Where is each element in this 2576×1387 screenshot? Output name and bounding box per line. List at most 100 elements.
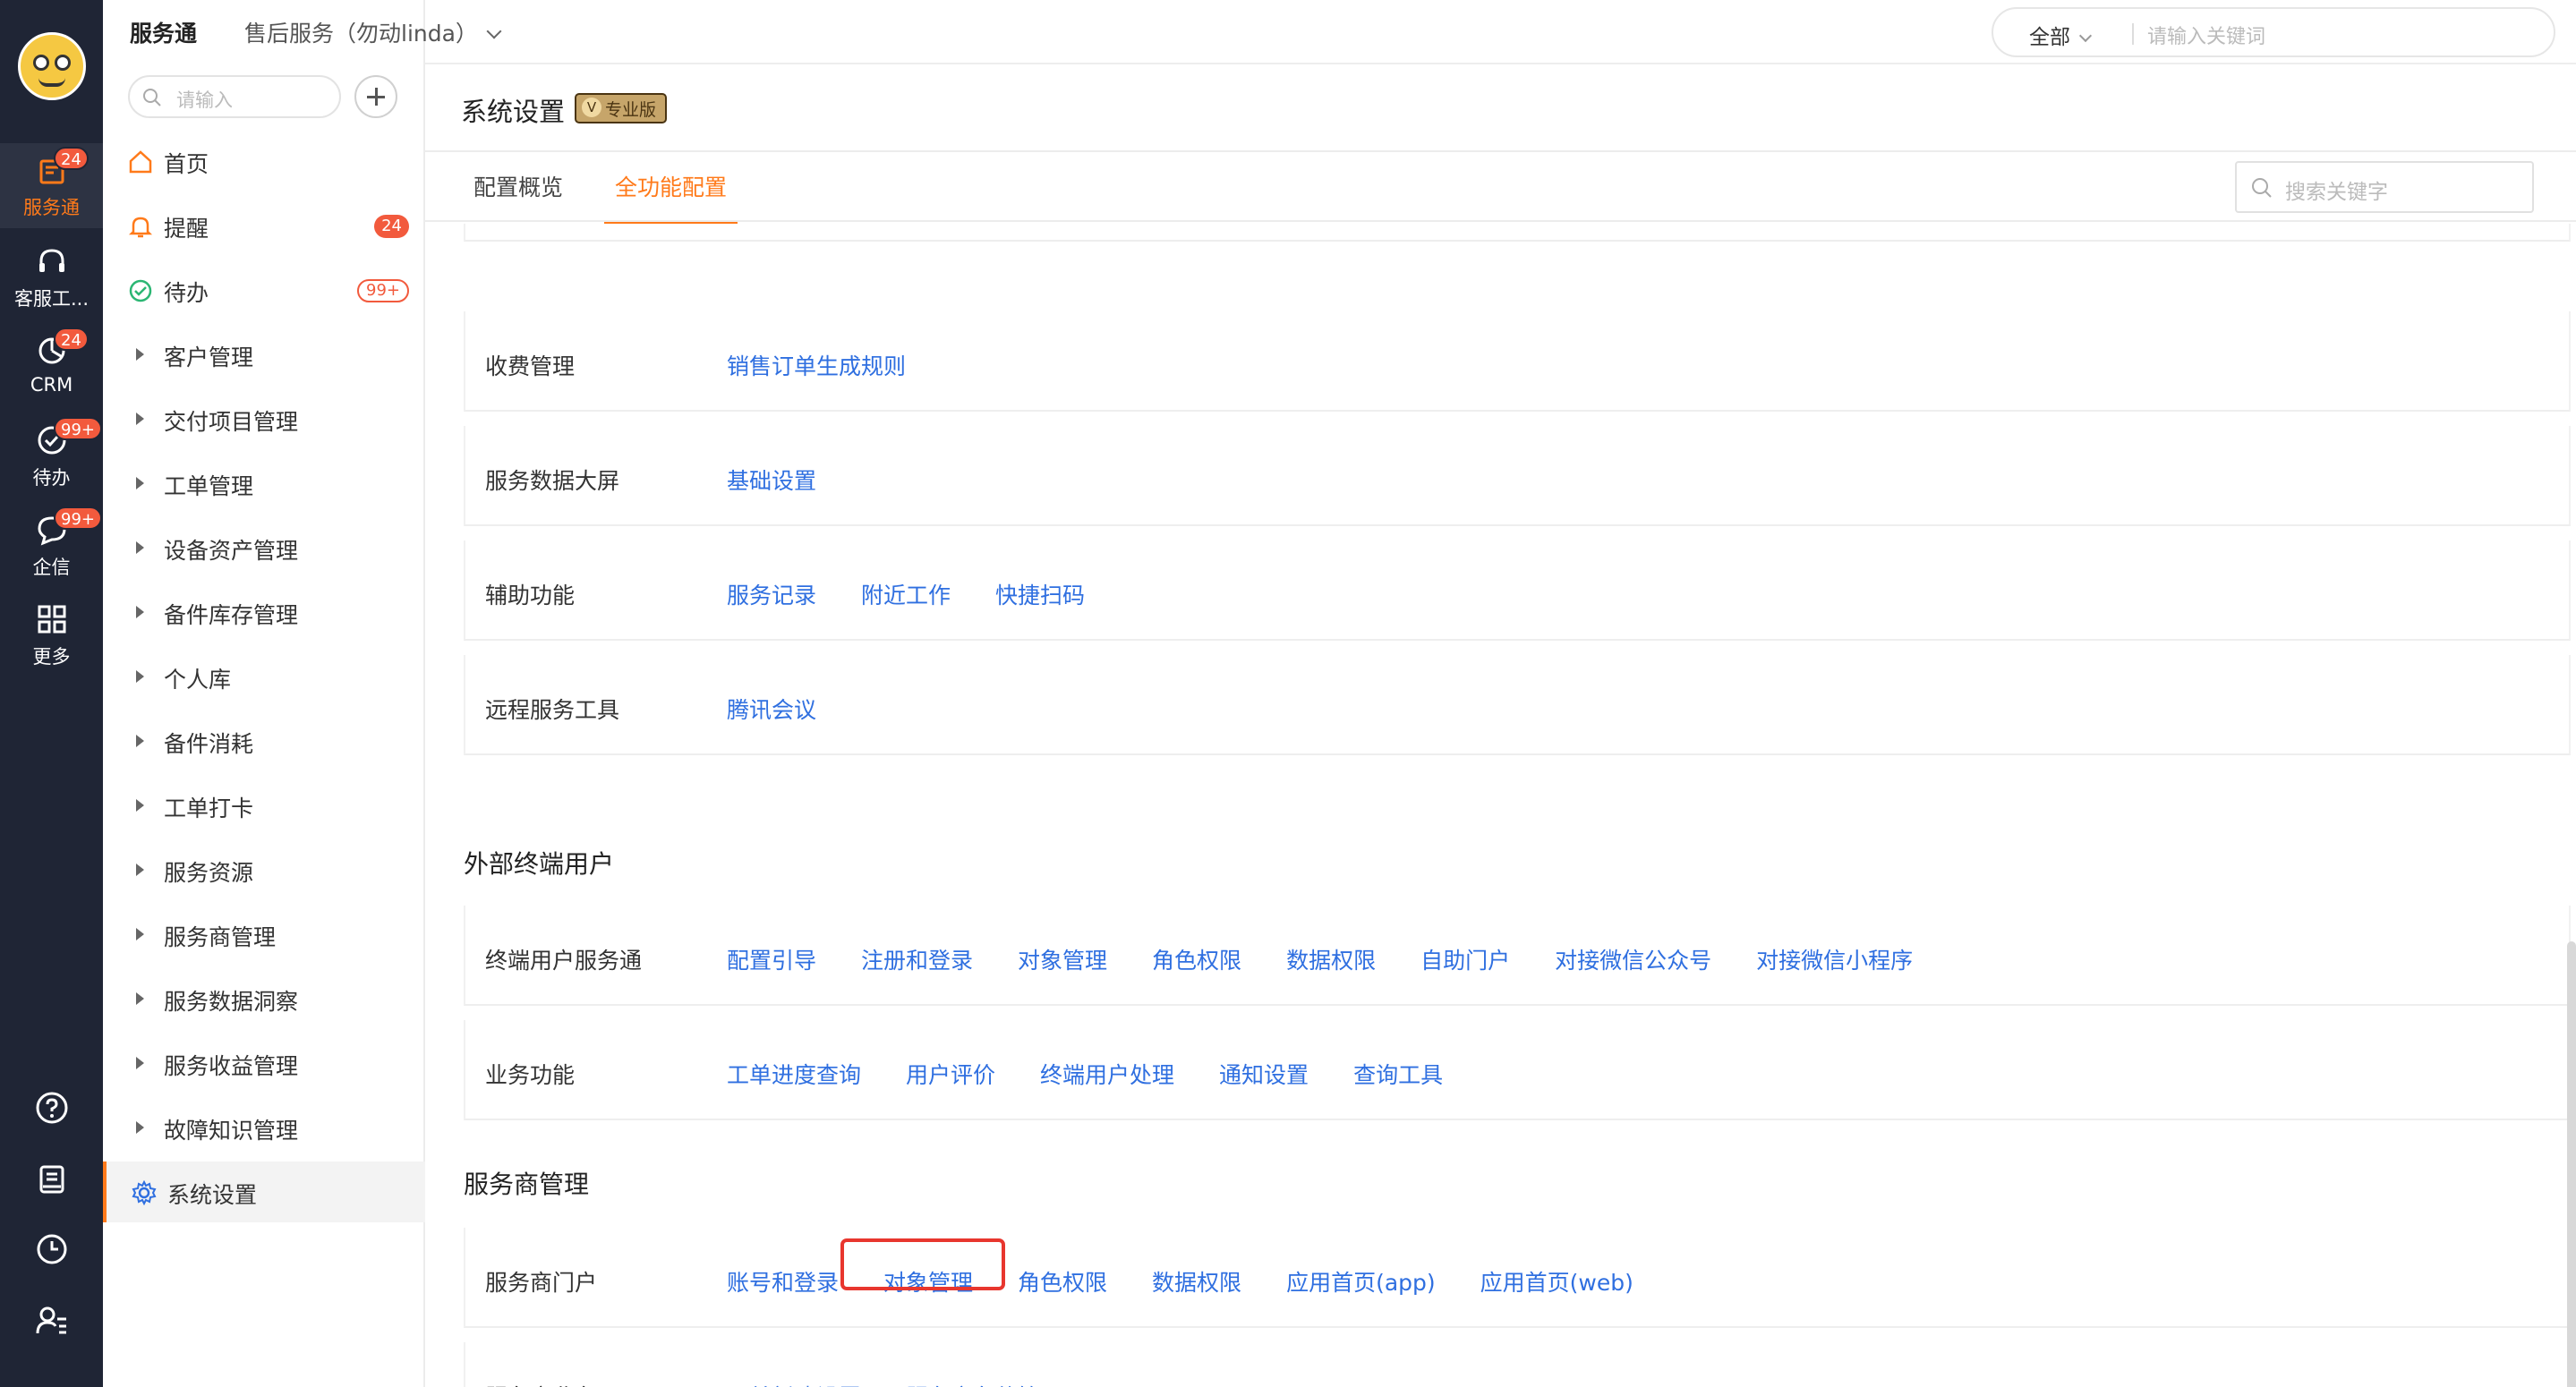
rail-item-5[interactable]: 更多 xyxy=(0,592,103,677)
settings-link[interactable]: 角色权限 xyxy=(1018,1265,1107,1298)
chevron-down-icon xyxy=(2078,29,2093,43)
settings-link[interactable]: 用户评价 xyxy=(906,1058,995,1090)
sidebar-item-5[interactable]: 工单管理 xyxy=(103,453,425,514)
global-search[interactable]: 全部 请输入关键词 xyxy=(1992,7,2555,57)
clock-icon[interactable] xyxy=(34,1231,70,1267)
settings-link[interactable]: 工单新建设置 xyxy=(727,1380,861,1387)
settings-link[interactable]: 终端用户处理 xyxy=(1040,1058,1174,1090)
settings-link[interactable]: 附近工作 xyxy=(861,578,951,610)
sidebar-item-14[interactable]: 服务收益管理 xyxy=(103,1033,425,1093)
keyword-search-input[interactable]: 搜索关键字 xyxy=(2235,161,2534,213)
sidebar-item-label: 个人库 xyxy=(164,667,232,693)
sidebar-item-label: 首页 xyxy=(164,151,209,177)
sidebar-item-12[interactable]: 服务商管理 xyxy=(103,904,425,965)
user-avatar[interactable] xyxy=(18,32,86,100)
top-header: 售后服务（勿动linda） 全部 请输入关键词 xyxy=(244,0,2576,64)
settings-link[interactable]: 账号和登录 xyxy=(727,1265,839,1298)
workspace-selector[interactable]: 售后服务（勿动linda） xyxy=(244,16,502,48)
settings-row: 服务数据大屏 基础设置 xyxy=(464,426,2571,526)
sidebar-item-label: 待办 xyxy=(164,280,209,306)
sidebar-item-0[interactable]: 首页 xyxy=(103,131,425,191)
search-scope-dropdown[interactable]: 全部 xyxy=(2029,20,2093,50)
sidebar-item-3[interactable]: 客户管理 xyxy=(103,324,425,385)
sidebar-badge: 99+ xyxy=(357,279,409,302)
headset-icon xyxy=(39,249,64,272)
section-title: 外部终端用户 xyxy=(464,849,615,879)
settings-row-label: 业务功能 xyxy=(485,1062,576,1088)
sidebar-item-16[interactable]: 系统设置 xyxy=(103,1162,425,1222)
settings-link[interactable]: 通知设置 xyxy=(1219,1058,1309,1090)
rail-badge: 99+ xyxy=(54,417,102,440)
notes-icon[interactable] xyxy=(34,1162,70,1197)
rail-label: 客服工... xyxy=(13,288,90,310)
settings-link[interactable]: 应用首页(web) xyxy=(1480,1265,1633,1298)
settings-link[interactable]: 服务商备件管理 xyxy=(906,1380,1062,1387)
page-title: 系统设置 xyxy=(461,97,566,127)
sidebar-item-6[interactable]: 设备资产管理 xyxy=(103,517,425,578)
sidebar-item-11[interactable]: 服务资源 xyxy=(103,839,425,900)
caret-right-icon xyxy=(136,606,144,618)
settings-link[interactable]: 数据权限 xyxy=(1152,1265,1241,1298)
help-icon[interactable] xyxy=(34,1090,70,1126)
settings-link[interactable]: 工单进度查询 xyxy=(727,1058,861,1090)
rail-item-1[interactable]: 客服工... xyxy=(0,234,103,319)
sidebar-item-15[interactable]: 故障知识管理 xyxy=(103,1097,425,1158)
sidebar-item-label: 服务商管理 xyxy=(164,924,277,950)
rail-badge: 24 xyxy=(54,328,89,351)
rail-item-0[interactable]: 服务通 24 xyxy=(0,143,103,228)
sidebar-search-input[interactable]: 请输入 xyxy=(128,75,341,118)
scrollbar[interactable] xyxy=(2567,941,2576,1387)
settings-row-label: 服务商业务 xyxy=(485,1380,597,1387)
sidebar-item-10[interactable]: 工单打卡 xyxy=(103,775,425,836)
rail-item-3[interactable]: 待办 99+ xyxy=(0,413,103,498)
rail-label: 待办 xyxy=(32,467,71,489)
settings-link[interactable]: 自助门户 xyxy=(1420,943,1510,975)
caret-right-icon xyxy=(136,735,144,747)
sidebar-item-9[interactable]: 备件消耗 xyxy=(103,711,425,771)
home-icon xyxy=(129,150,152,174)
settings-link[interactable]: 对接微信小程序 xyxy=(1756,943,1913,975)
rail-badge: 24 xyxy=(54,147,89,170)
tab-full-config[interactable]: 全功能配置 xyxy=(603,152,738,225)
settings-link[interactable]: 基础设置 xyxy=(727,464,816,496)
rail-label: 企信 xyxy=(32,557,71,578)
settings-link[interactable]: 查询工具 xyxy=(1353,1058,1443,1090)
tab-overview[interactable]: 配置概览 xyxy=(473,152,563,224)
user-settings-icon[interactable] xyxy=(34,1303,70,1339)
keyword-search-placeholder: 搜索关键字 xyxy=(2285,181,2388,204)
settings-link[interactable]: 服务记录 xyxy=(727,578,816,610)
settings-link[interactable]: 数据权限 xyxy=(1286,943,1376,975)
settings-link[interactable]: 对象管理 xyxy=(840,1238,1006,1298)
sidebar-item-2[interactable]: 待办 99+ xyxy=(103,260,425,320)
settings-link[interactable]: 快捷扫码 xyxy=(995,578,1085,610)
settings-link[interactable]: 配置引导 xyxy=(727,943,816,975)
settings-link[interactable]: 注册和登录 xyxy=(861,943,973,975)
settings-link[interactable]: 销售订单生成规则 xyxy=(727,349,906,381)
settings-row-links: 配置引导 注册和登录 对象管理 角色权限 数据权限 自助门户 对接微信公众号 对接微信小程序 xyxy=(727,943,1958,975)
settings-link[interactable]: 对接微信公众号 xyxy=(1555,943,1711,975)
settings-link[interactable]: 腾讯会议 xyxy=(727,693,816,725)
caret-right-icon xyxy=(136,992,144,1005)
settings-row-label: 服务数据大屏 xyxy=(485,468,620,494)
settings-link[interactable]: 应用首页(app) xyxy=(1286,1265,1436,1298)
sidebar-item-label: 备件库存管理 xyxy=(164,602,299,628)
settings-row-links: 工单新建设置 服务商备件管理 xyxy=(727,1380,1107,1387)
add-button[interactable] xyxy=(354,75,397,118)
sidebar-item-7[interactable]: 备件库存管理 xyxy=(103,582,425,642)
sidebar-item-4[interactable]: 交付项目管理 xyxy=(103,388,425,449)
sidebar-item-label: 服务数据洞察 xyxy=(164,989,299,1015)
sidebar-item-1[interactable]: 提醒 24 xyxy=(103,195,425,256)
grid-icon xyxy=(38,605,66,634)
settings-link[interactable]: 角色权限 xyxy=(1152,943,1241,975)
rail-item-2[interactable]: CRM 24 xyxy=(0,324,103,409)
chevron-down-icon xyxy=(486,23,502,39)
settings-row-label: 远程服务工具 xyxy=(485,697,620,723)
sidebar-item-8[interactable]: 个人库 xyxy=(103,646,425,707)
sidebar-item-13[interactable]: 服务数据洞察 xyxy=(103,968,425,1029)
rail-item-4[interactable]: 企信 99+ xyxy=(0,503,103,588)
caret-right-icon xyxy=(136,413,144,425)
search-icon xyxy=(143,89,161,106)
global-search-input[interactable]: 请输入关键词 xyxy=(2147,21,2265,49)
rail-badge: 99+ xyxy=(54,506,102,530)
settings-link[interactable]: 对象管理 xyxy=(1018,943,1107,975)
